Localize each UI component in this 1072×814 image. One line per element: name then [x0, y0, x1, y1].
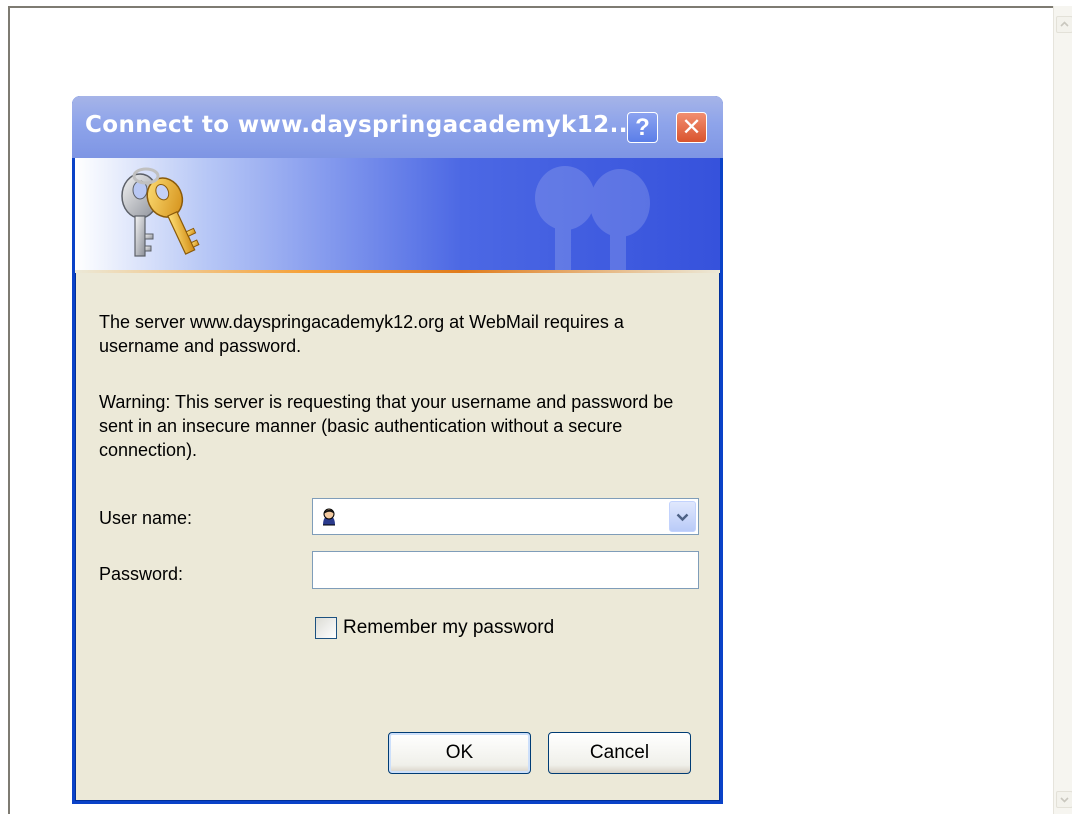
cancel-button[interactable]: Cancel — [548, 732, 691, 774]
close-button[interactable]: ✕ — [676, 112, 707, 143]
username-dropdown-button[interactable] — [669, 501, 696, 532]
connect-dialog: Connect to www.dayspringacademyk12.... ?… — [72, 96, 723, 804]
browser-frame-left-border — [8, 6, 10, 814]
remember-password-label[interactable]: Remember my password — [343, 617, 554, 639]
username-label: User name: — [99, 508, 193, 528]
password-field[interactable] — [312, 551, 699, 589]
username-combobox[interactable] — [312, 498, 699, 535]
dialog-banner — [75, 158, 720, 271]
scroll-up-arrow-icon[interactable] — [1056, 16, 1072, 33]
browser-frame-top-border — [8, 6, 1053, 8]
keys-icon — [121, 167, 200, 257]
server-message: The server www.dayspringacademyk12.org a… — [99, 312, 624, 356]
chevron-down-icon — [676, 513, 689, 521]
keys-watermark-icon — [535, 166, 650, 271]
banner-divider — [75, 270, 720, 273]
remember-password-checkbox[interactable] — [315, 617, 337, 639]
dialog-title-bar[interactable]: Connect to www.dayspringacademyk12.... ?… — [72, 96, 723, 158]
remember-password-option[interactable]: Remember my password — [315, 617, 554, 639]
dialog-title: Connect to www.dayspringacademyk12.... — [85, 112, 647, 138]
user-avatar-icon — [323, 508, 335, 526]
vertical-scrollbar[interactable] — [1053, 6, 1072, 814]
scroll-down-arrow-icon[interactable] — [1056, 791, 1072, 808]
security-warning: Warning: This server is requesting that … — [99, 392, 674, 460]
password-label: Password: — [99, 564, 184, 584]
ok-button[interactable]: OK — [388, 732, 531, 774]
help-button[interactable]: ? — [627, 112, 658, 143]
